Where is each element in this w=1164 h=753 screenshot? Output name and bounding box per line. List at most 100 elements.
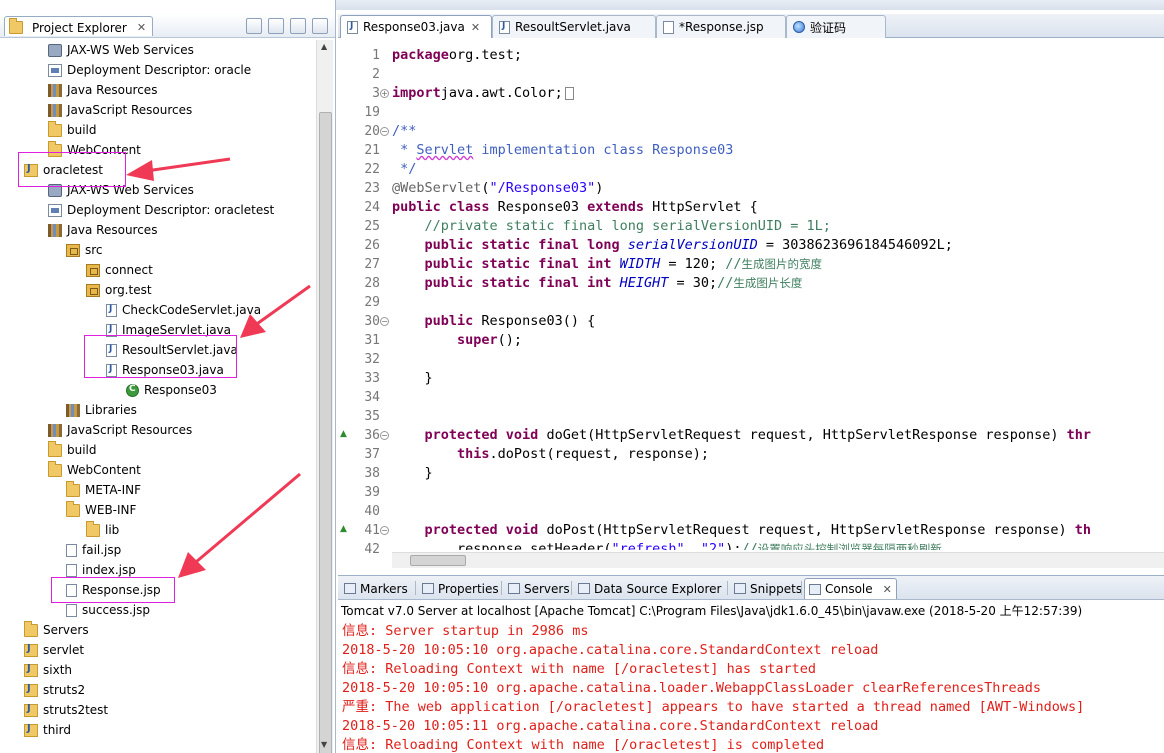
collapse-fold-icon[interactable]: −	[380, 431, 389, 440]
collapse-fold-icon[interactable]: −	[380, 526, 389, 535]
code-area[interactable]: packageorg.test; importjava.awt.Color; /**…	[392, 40, 1164, 550]
line-number: 39	[364, 485, 380, 500]
close-icon[interactable]: ✕	[883, 583, 892, 596]
tree-item[interactable]: Servers	[24, 620, 89, 640]
project-explorer-title: Project Explorer	[32, 20, 127, 35]
code-token: Response03() {	[473, 313, 596, 329]
line-number: 19	[364, 105, 380, 120]
tree-item-label: WebContent	[67, 143, 141, 157]
tree-item[interactable]: WEB-INF	[66, 500, 136, 520]
tree-item[interactable]: Response03	[126, 380, 217, 400]
tab-console[interactable]: Console ✕	[804, 578, 897, 599]
tree-item[interactable]: build	[48, 440, 97, 460]
tab-response03-java[interactable]: Response03.java ✕	[340, 15, 492, 38]
line-number: 29	[364, 295, 380, 310]
tree-item[interactable]: JavaScript Resources	[48, 100, 192, 120]
tree-item[interactable]: WebContent	[48, 140, 141, 160]
minimize-icon[interactable]	[312, 18, 328, 34]
tab-properties[interactable]: Properties	[418, 578, 503, 599]
tree-item[interactable]: Deployment Descriptor: oracle	[48, 60, 251, 80]
tree-item[interactable]: src	[66, 240, 103, 260]
tree-item[interactable]: servlet	[24, 640, 84, 660]
code-token: "/Response03"	[489, 180, 596, 196]
tree-item[interactable]: fail.jsp	[66, 540, 121, 560]
folder-icon	[66, 480, 80, 497]
collapse-fold-icon[interactable]: −	[380, 317, 389, 326]
code-token: public static final long	[424, 237, 620, 253]
tree-item[interactable]: sixth	[24, 660, 72, 680]
tree-item[interactable]: ResoultServlet.java	[106, 340, 238, 360]
tree-item[interactable]: Java Resources	[48, 220, 157, 240]
tree-item[interactable]: JavaScript Resources	[48, 420, 192, 440]
project-explorer-tab[interactable]: Project Explorer ✕	[4, 16, 154, 36]
tree-item-label: Servers	[43, 623, 89, 637]
editor-horizontal-scrollbar[interactable]	[392, 552, 1164, 568]
tree-item[interactable]: index.jsp	[66, 560, 136, 580]
tree-item[interactable]: Response.jsp	[66, 580, 161, 600]
line-number: 31	[364, 333, 380, 348]
console-output[interactable]: 信息: Server startup in 2986 ms 2018-5-20 1…	[342, 622, 1164, 753]
code-token: }	[392, 465, 433, 481]
tree-item[interactable]: oracletest	[24, 160, 103, 180]
scrollbar-thumb[interactable]	[410, 555, 466, 566]
collapse-fold-icon[interactable]: −	[380, 127, 389, 136]
tree-item[interactable]: third	[24, 720, 71, 740]
tab-snippets[interactable]: Snippets	[730, 578, 806, 599]
tree-item[interactable]: Response03.java	[106, 360, 224, 380]
expand-fold-icon[interactable]: +	[380, 89, 389, 98]
explorer-vertical-scrollbar[interactable]: ▲ ▼	[316, 40, 333, 753]
tab-data-source-explorer[interactable]: Data Source Explorer	[574, 578, 725, 599]
link-with-editor-icon[interactable]	[268, 18, 284, 34]
tree-item[interactable]: lib	[86, 520, 119, 540]
tree-item[interactable]: WebContent	[48, 460, 141, 480]
scrollbar-thumb[interactable]	[319, 112, 332, 753]
tree-item[interactable]: build	[48, 120, 97, 140]
tree-item[interactable]: connect	[86, 260, 153, 280]
line-number: 21	[364, 143, 380, 158]
line-number: 36	[364, 428, 380, 443]
tab-verify-code[interactable]: 验证码	[786, 15, 886, 38]
scroll-up-icon[interactable]: ▲	[321, 42, 327, 51]
tree-item[interactable]: CheckCodeServlet.java	[106, 300, 261, 320]
code-token: WIDTH	[619, 256, 661, 272]
collapse-all-icon[interactable]	[246, 18, 262, 34]
scroll-down-icon[interactable]: ▼	[321, 740, 327, 749]
tree-item[interactable]: ImageServlet.java	[106, 320, 231, 340]
code-editor: Response03.java ✕ ResoultServlet.java *R…	[338, 14, 1164, 569]
folded-import-box-icon[interactable]	[564, 86, 574, 100]
tree-item-label: struts2	[43, 683, 86, 697]
tree-item[interactable]: JAX-WS Web Services	[48, 180, 194, 200]
tab-response-jsp[interactable]: *Response.jsp	[656, 15, 786, 38]
tree-item[interactable]: struts2test	[24, 700, 108, 720]
jsp-file-icon	[66, 543, 77, 557]
tree-item[interactable]: Deployment Descriptor: oracletest	[48, 200, 274, 220]
tree-item-label: oracletest	[43, 163, 103, 177]
tree-item[interactable]: JAX-WS Web Services	[48, 40, 194, 60]
code-token: ,	[684, 541, 701, 550]
tree-item-label: WebContent	[67, 463, 141, 477]
close-icon[interactable]: ✕	[137, 21, 146, 34]
java-file-icon	[499, 20, 510, 34]
tree-item-label: struts2test	[43, 703, 109, 717]
tree-item[interactable]: META-INF	[66, 480, 141, 500]
tree-item[interactable]: org.test	[86, 280, 152, 300]
tree-item[interactable]: struts2	[24, 680, 85, 700]
tree-item[interactable]: Libraries	[66, 400, 137, 420]
tab-resoultservlet-java[interactable]: ResoultServlet.java	[492, 15, 656, 38]
tab-label: 验证码	[810, 20, 847, 35]
line-number: 26	[364, 238, 380, 253]
override-marker-icon: ▲	[340, 524, 347, 534]
tab-markers[interactable]: Markers	[340, 578, 412, 599]
tab-separator	[415, 581, 416, 595]
view-menu-icon[interactable]	[290, 18, 306, 34]
tree-item[interactable]: success.jsp	[66, 600, 150, 620]
tree-item-label: build	[67, 123, 97, 137]
tab-servers[interactable]: Servers	[504, 578, 574, 599]
line-number: 41	[364, 523, 380, 538]
close-icon[interactable]: ✕	[471, 21, 480, 34]
tree-item[interactable]: Java Resources	[48, 80, 157, 100]
